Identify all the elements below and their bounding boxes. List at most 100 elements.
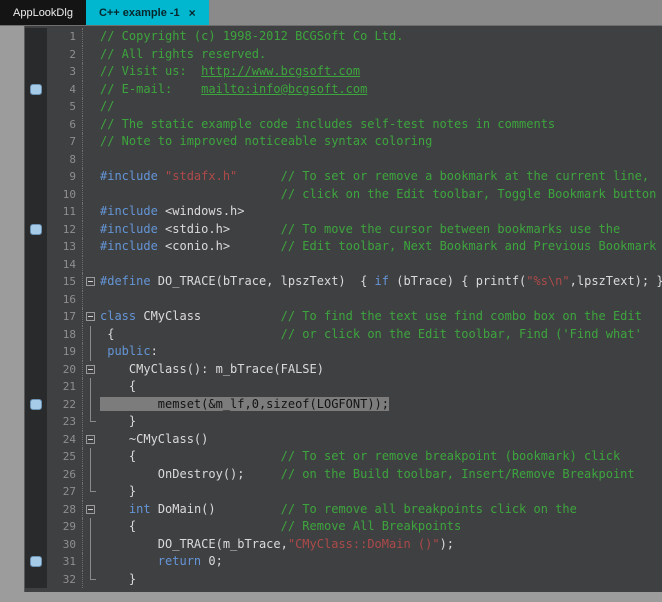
bookmark-margin[interactable] xyxy=(25,273,47,291)
bookmark-margin[interactable] xyxy=(25,378,47,396)
bookmark-margin[interactable] xyxy=(25,238,47,256)
tab-c-example-1[interactable]: C++ example -1× xyxy=(86,0,209,25)
code-segment: "%s\n" xyxy=(526,274,569,288)
fold-guide xyxy=(90,483,96,492)
hyperlink[interactable]: http://www.bcgsoft.com xyxy=(201,64,360,78)
fold-collapse-icon xyxy=(86,312,95,321)
code-text: DO_TRACE(m_bTrace,"CMyClass::DoMain ()")… xyxy=(100,536,662,554)
line-number: 25 xyxy=(47,448,83,466)
code-segment: // on the Build toolbar, Insert/Remove B… xyxy=(281,467,635,481)
code-line[interactable]: 6// The static example code includes sel… xyxy=(25,116,662,134)
code-line[interactable]: 11#include <windows.h> xyxy=(25,203,662,221)
bookmark-margin[interactable] xyxy=(25,81,47,99)
bookmark-margin[interactable] xyxy=(25,116,47,134)
bookmark-margin[interactable] xyxy=(25,518,47,536)
code-line[interactable]: 14 xyxy=(25,256,662,274)
code-text: // The static example code includes self… xyxy=(100,116,662,134)
code-line[interactable]: 26 OnDestroy(); // on the Build toolbar,… xyxy=(25,466,662,484)
bookmark-margin[interactable] xyxy=(25,553,47,571)
bookmark-margin[interactable] xyxy=(25,98,47,116)
code-segment: #include xyxy=(100,222,165,236)
bookmark-margin[interactable] xyxy=(25,221,47,239)
tab-applookdlg[interactable]: AppLookDlg xyxy=(0,0,86,25)
bookmark-margin[interactable] xyxy=(25,361,47,379)
bookmark-margin[interactable] xyxy=(25,291,47,309)
bookmark-margin[interactable] xyxy=(25,396,47,414)
code-segment: } xyxy=(100,572,136,586)
code-line[interactable]: 17class CMyClass // To find the text use… xyxy=(25,308,662,326)
fold-collapse-icon xyxy=(86,277,95,286)
tab-close-icon[interactable]: × xyxy=(189,6,196,20)
line-number: 8 xyxy=(47,151,83,169)
code-line[interactable]: 31 return 0; xyxy=(25,553,662,571)
bookmark-margin[interactable] xyxy=(25,256,47,274)
code-line[interactable]: 16 xyxy=(25,291,662,309)
code-segment: #include xyxy=(100,169,165,183)
fold-margin xyxy=(83,448,100,466)
code-segment xyxy=(237,169,280,183)
line-number: 18 xyxy=(47,326,83,344)
bookmark-margin[interactable] xyxy=(25,63,47,81)
line-number: 15 xyxy=(47,273,83,291)
code-line[interactable]: 24 ~CMyClass() xyxy=(25,431,662,449)
bookmark-margin[interactable] xyxy=(25,203,47,221)
code-line[interactable]: 1// Copyright (c) 1998-2012 BCGSoft Co L… xyxy=(25,28,662,46)
bookmark-margin[interactable] xyxy=(25,326,47,344)
code-segment: { xyxy=(100,519,281,533)
code-line[interactable]: 19 public: xyxy=(25,343,662,361)
code-line[interactable]: 3// Visit us: http://www.bcgsoft.com xyxy=(25,63,662,81)
fold-margin xyxy=(83,46,100,64)
code-line[interactable]: 13#include <conio.h> // Edit toolbar, Ne… xyxy=(25,238,662,256)
bookmark-margin[interactable] xyxy=(25,151,47,169)
bookmark-margin[interactable] xyxy=(25,571,47,589)
code-line[interactable]: 27 } xyxy=(25,483,662,501)
code-line[interactable]: 22 memset(&m_lf,0,sizeof(LOGFONT)); xyxy=(25,396,662,414)
code-line[interactable]: 28 int DoMain() // To remove all breakpo… xyxy=(25,501,662,519)
code-line[interactable]: 12#include <stdio.h> // To move the curs… xyxy=(25,221,662,239)
bookmark-margin[interactable] xyxy=(25,483,47,501)
code-line[interactable]: 4// E-mail: mailto:info@bcgsoft.com xyxy=(25,81,662,99)
bookmark-margin[interactable] xyxy=(25,28,47,46)
fold-margin[interactable] xyxy=(83,308,100,326)
code-text: memset(&m_lf,0,sizeof(LOGFONT)); xyxy=(100,396,662,414)
bookmark-margin[interactable] xyxy=(25,343,47,361)
bookmark-margin[interactable] xyxy=(25,46,47,64)
line-number: 3 xyxy=(47,63,83,81)
code-text: { // Remove All Breakpoints xyxy=(100,518,662,536)
fold-margin[interactable] xyxy=(83,501,100,519)
bookmark-margin[interactable] xyxy=(25,501,47,519)
code-segment: DO_TRACE(m_bTrace, xyxy=(100,537,288,551)
code-line[interactable]: 30 DO_TRACE(m_bTrace,"CMyClass::DoMain (… xyxy=(25,536,662,554)
bookmark-margin[interactable] xyxy=(25,168,47,186)
fold-margin[interactable] xyxy=(83,273,100,291)
bookmark-margin[interactable] xyxy=(25,186,47,204)
code-line[interactable]: 25 { // To set or remove breakpoint (boo… xyxy=(25,448,662,466)
code-text: #define DO_TRACE(bTrace, lpszText) { if … xyxy=(100,273,662,291)
code-line[interactable]: 9#include "stdafx.h" // To set or remove… xyxy=(25,168,662,186)
code-line[interactable]: 2// All rights reserved. xyxy=(25,46,662,64)
code-line[interactable]: 8 xyxy=(25,151,662,169)
bookmark-margin[interactable] xyxy=(25,536,47,554)
code-line[interactable]: 7// Note to improved noticeable syntax c… xyxy=(25,133,662,151)
code-line[interactable]: 23 } xyxy=(25,413,662,431)
code-line[interactable]: 18 { // or click on the Edit toolbar, Fi… xyxy=(25,326,662,344)
fold-margin xyxy=(83,28,100,46)
bookmark-margin[interactable] xyxy=(25,308,47,326)
code-line[interactable]: 21 { xyxy=(25,378,662,396)
code-segment: <windows.h> xyxy=(165,204,244,218)
bookmark-margin[interactable] xyxy=(25,133,47,151)
bookmark-margin[interactable] xyxy=(25,466,47,484)
bookmark-margin[interactable] xyxy=(25,413,47,431)
bookmark-margin[interactable] xyxy=(25,448,47,466)
code-line[interactable]: 15 #define DO_TRACE(bTrace, lpszText) { i… xyxy=(25,273,662,291)
fold-margin[interactable] xyxy=(83,361,100,379)
code-line[interactable]: 20 CMyClass(): m_bTrace(FALSE) xyxy=(25,361,662,379)
code-line[interactable]: 10 // click on the Edit toolbar, Toggle … xyxy=(25,186,662,204)
code-line[interactable]: 5// xyxy=(25,98,662,116)
code-line[interactable]: 32 } xyxy=(25,571,662,589)
bookmark-margin[interactable] xyxy=(25,431,47,449)
fold-margin[interactable] xyxy=(83,431,100,449)
hyperlink[interactable]: mailto:info@bcgsoft.com xyxy=(201,82,367,96)
code-lines: 1// Copyright (c) 1998-2012 BCGSoft Co L… xyxy=(25,28,662,588)
code-line[interactable]: 29 { // Remove All Breakpoints xyxy=(25,518,662,536)
